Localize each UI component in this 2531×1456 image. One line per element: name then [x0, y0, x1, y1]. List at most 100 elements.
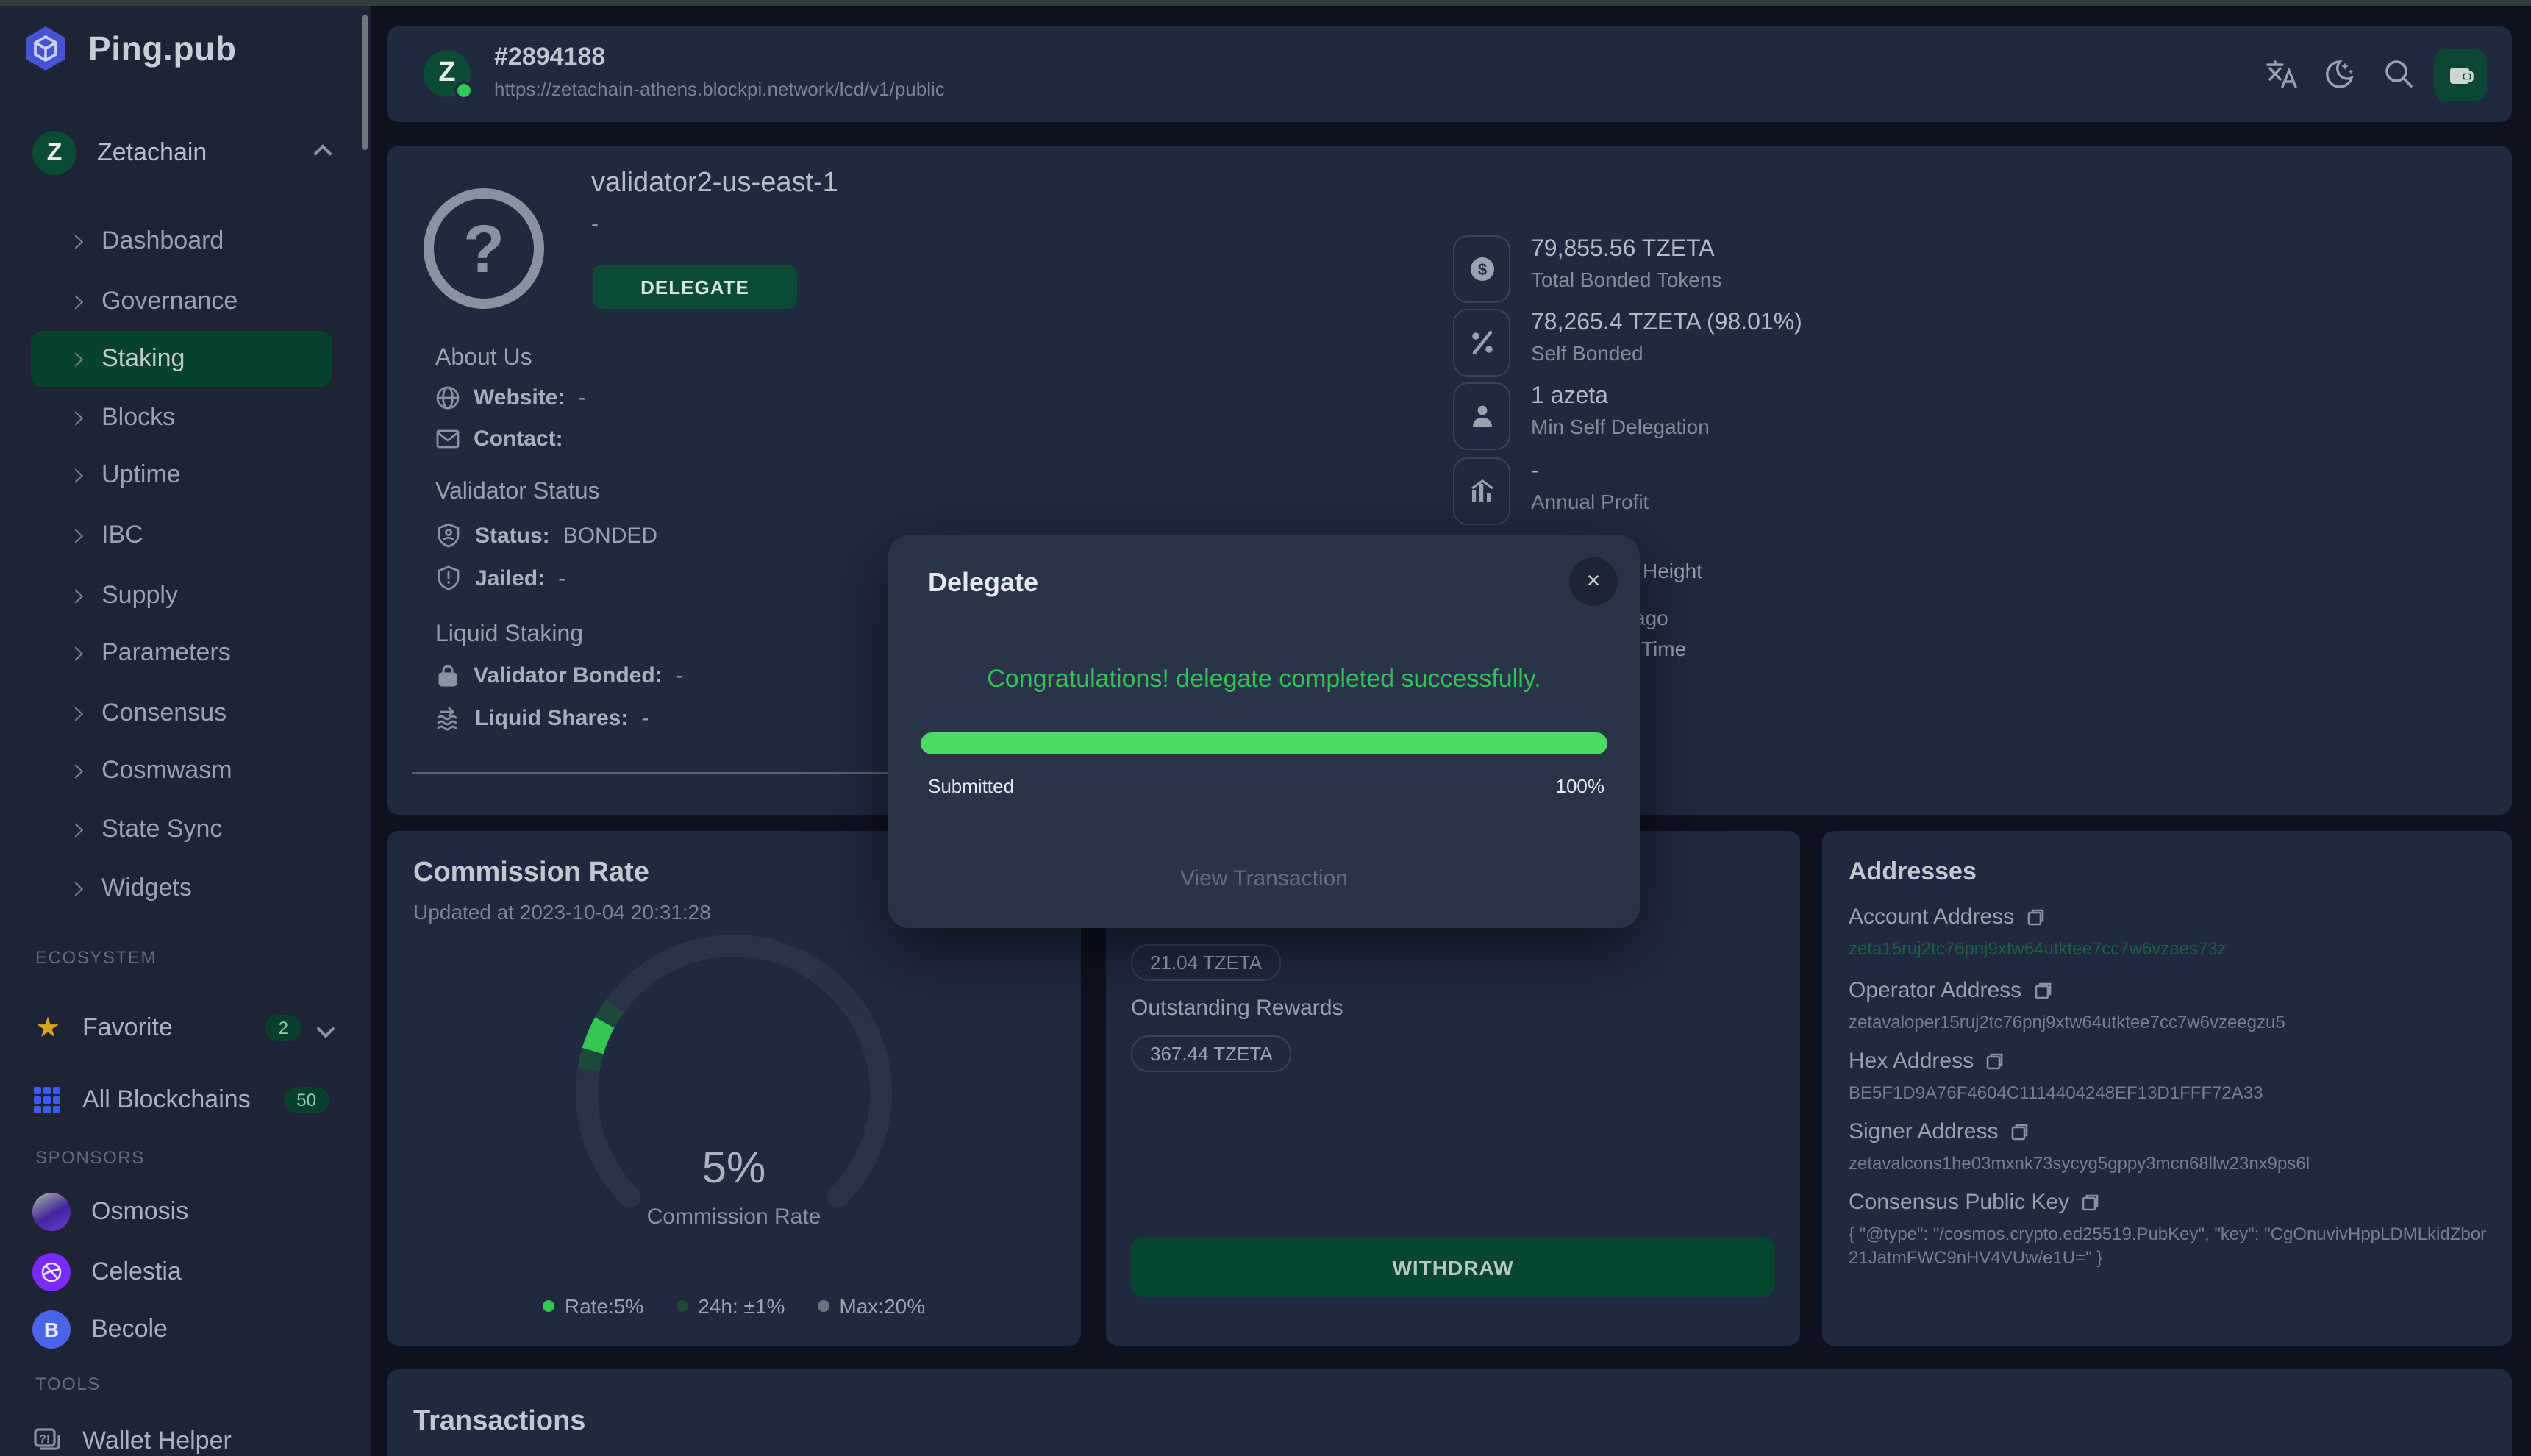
sidebar-item-ibc[interactable]: IBC [0, 506, 371, 565]
all-blockchains-count-badge: 50 [283, 1087, 329, 1113]
copy-icon[interactable] [2033, 981, 2052, 1000]
legend-item: Max:20% [817, 1294, 925, 1318]
progress-bar [921, 732, 1607, 754]
status-row: Status: BONDED [435, 522, 657, 549]
sidebar-item-uptime[interactable]: Uptime [0, 446, 371, 504]
address-entry: Account Address zeta15ruj2tc76pnj9xtw64u… [1849, 904, 2488, 960]
chevron-right-icon [68, 706, 83, 721]
modal-title: Delegate [928, 568, 1038, 599]
shield-person-icon [435, 522, 462, 549]
sidebar-item-supply[interactable]: Supply [0, 566, 371, 625]
sidebar-item-all-blockchains[interactable]: All Blockchains 50 [0, 1071, 371, 1130]
sidebar-item-cosmwasm[interactable]: Cosmwasm [0, 741, 371, 800]
liquid-shares-row: Liquid Shares: - [435, 704, 649, 731]
contact-row: Contact: [435, 427, 563, 452]
star-icon: ★ [35, 1011, 71, 1045]
chevron-right-icon [68, 468, 83, 482]
address-label: Account Address [1849, 904, 2014, 929]
website-value: - [578, 385, 585, 410]
sidebar-item-label: Parameters [101, 638, 231, 668]
sidebar-item-favorite[interactable]: ★ Favorite 2 [0, 999, 371, 1057]
progress-percent: 100% [1556, 775, 1605, 797]
sidebar-item-consensus[interactable]: Consensus [0, 684, 371, 743]
pingpub-logo-icon [21, 24, 71, 74]
account-address-value[interactable]: zeta15ruj2tc76pnj9xtw64utktee7cc7w6vzaes… [1849, 937, 2488, 960]
sponsors-section-label: SPONSORS [35, 1147, 145, 1168]
copy-icon[interactable] [1985, 1052, 2005, 1071]
stat-annual-profit: - Annual Profit [1453, 457, 1649, 525]
sponsor-label: Celestia [91, 1257, 182, 1287]
liquid-shares-value: - [641, 705, 649, 730]
sidebar-item-widgets[interactable]: Widgets [0, 859, 371, 918]
brand[interactable]: Ping.pub [21, 24, 237, 74]
stat-total-bonded: $ 79,855.56 TZETA Total Bonded Tokens [1453, 235, 1721, 303]
header-bar: Z #2894188 https://zetachain-athens.bloc… [387, 26, 2512, 122]
close-icon[interactable]: × [1569, 557, 1618, 606]
search-icon[interactable] [2381, 56, 2416, 91]
withdraw-button[interactable]: WITHDRAW [1131, 1237, 1775, 1297]
liquid-shares-label: Liquid Shares: [475, 705, 628, 730]
stat-value: 79,855.56 TZETA [1531, 235, 1721, 265]
liquid-staking-heading: Liquid Staking [435, 622, 583, 649]
stat-label: Annual Profit [1531, 487, 1649, 516]
sidebar-item-label: Dashboard [101, 226, 224, 256]
validator-bonded-label: Validator Bonded: [474, 663, 663, 688]
delegate-button[interactable]: DELEGATE [593, 265, 797, 309]
legend-dot [817, 1300, 829, 1312]
sidebar-item-becole[interactable]: B Becole [0, 1300, 371, 1359]
gauge-legend: Rate:5% 24h: ±1% Max:20% [387, 1294, 1081, 1318]
wallet-button[interactable] [2434, 49, 2487, 101]
sidebar-item-osmosis[interactable]: Osmosis [0, 1182, 371, 1241]
addresses-card: Addresses Account Address zeta15ruj2tc76… [1822, 831, 2512, 1346]
chevron-right-icon [68, 234, 83, 249]
gauge-center-label: Commission Rate [513, 1205, 954, 1230]
sidebar-item-parameters[interactable]: Parameters [0, 624, 371, 682]
translate-icon[interactable] [2263, 56, 2299, 91]
copy-icon[interactable] [2081, 1193, 2100, 1212]
sidebar-item-celestia[interactable]: Celestia [0, 1243, 371, 1302]
legend-label: Rate:5% [565, 1294, 643, 1318]
consensus-pubkey-value: { "@type": "/cosmos.crypto.ed25519.PubKe… [1849, 1222, 2488, 1269]
success-message: Congratulations! delegate completed succ… [888, 665, 1640, 694]
tools-section-label: TOOLS [35, 1374, 101, 1394]
website-label: Website: [474, 385, 565, 410]
copy-icon[interactable] [2010, 1122, 2029, 1141]
copy-icon[interactable] [2026, 907, 2045, 927]
sponsor-label: Osmosis [91, 1197, 188, 1227]
sidebar-item-label: Supply [101, 581, 178, 610]
outstanding-rewards-label: Outstanding Rewards [1131, 996, 1343, 1021]
sidebar-item-staking[interactable]: Staking [31, 331, 332, 387]
stat-self-bonded: 78,265.4 TZETA (98.01%) Self Bonded [1453, 309, 1802, 377]
sidebar-item-wallet-helper[interactable]: ?! Wallet Helper [0, 1412, 371, 1456]
stat-label: Total Bonded Tokens [1531, 265, 1721, 294]
chart-icon [1453, 457, 1510, 525]
commission-amount-pill: 21.04 TZETA [1131, 944, 1281, 981]
block-height: #2894188 [494, 43, 605, 72]
view-transaction-link[interactable]: View Transaction [888, 866, 1640, 891]
sidebar-item-state-sync[interactable]: State Sync [0, 800, 371, 859]
status-value: BONDED [563, 523, 657, 548]
legend-item: Rate:5% [543, 1294, 643, 1318]
sidebar-item-label: Consensus [101, 699, 226, 728]
legend-label: Max:20% [839, 1294, 925, 1318]
coin-icon: $ [1453, 235, 1510, 303]
sidebar-item-label: IBC [101, 521, 143, 550]
chevron-up-icon [313, 143, 332, 162]
sidebar-item-dashboard[interactable]: Dashboard [0, 212, 371, 271]
sidebar-item-blocks[interactable]: Blocks [0, 388, 371, 447]
zetachain-logo-icon: Z [32, 131, 76, 175]
legend-dot [543, 1300, 554, 1312]
address-label: Signer Address [1849, 1119, 1998, 1144]
contact-label: Contact: [474, 427, 563, 452]
validator-bonded-row: Validator Bonded: - [435, 663, 683, 688]
stat-value: 1 azeta [1531, 382, 1710, 412]
legend-label: 24h: ±1% [698, 1294, 785, 1318]
about-heading: About Us [435, 346, 532, 372]
validator-status-heading: Validator Status [435, 479, 600, 506]
sidebar-scrollbar-thumb[interactable] [362, 15, 368, 150]
sidebar-chain-toggle[interactable]: Z Zetachain [0, 124, 371, 182]
sidebar-item-label: Widgets [101, 874, 192, 903]
address-label: Hex Address [1849, 1049, 1974, 1074]
dark-mode-moon-icon[interactable] [2321, 56, 2356, 91]
sidebar-item-governance[interactable]: Governance [0, 272, 371, 331]
